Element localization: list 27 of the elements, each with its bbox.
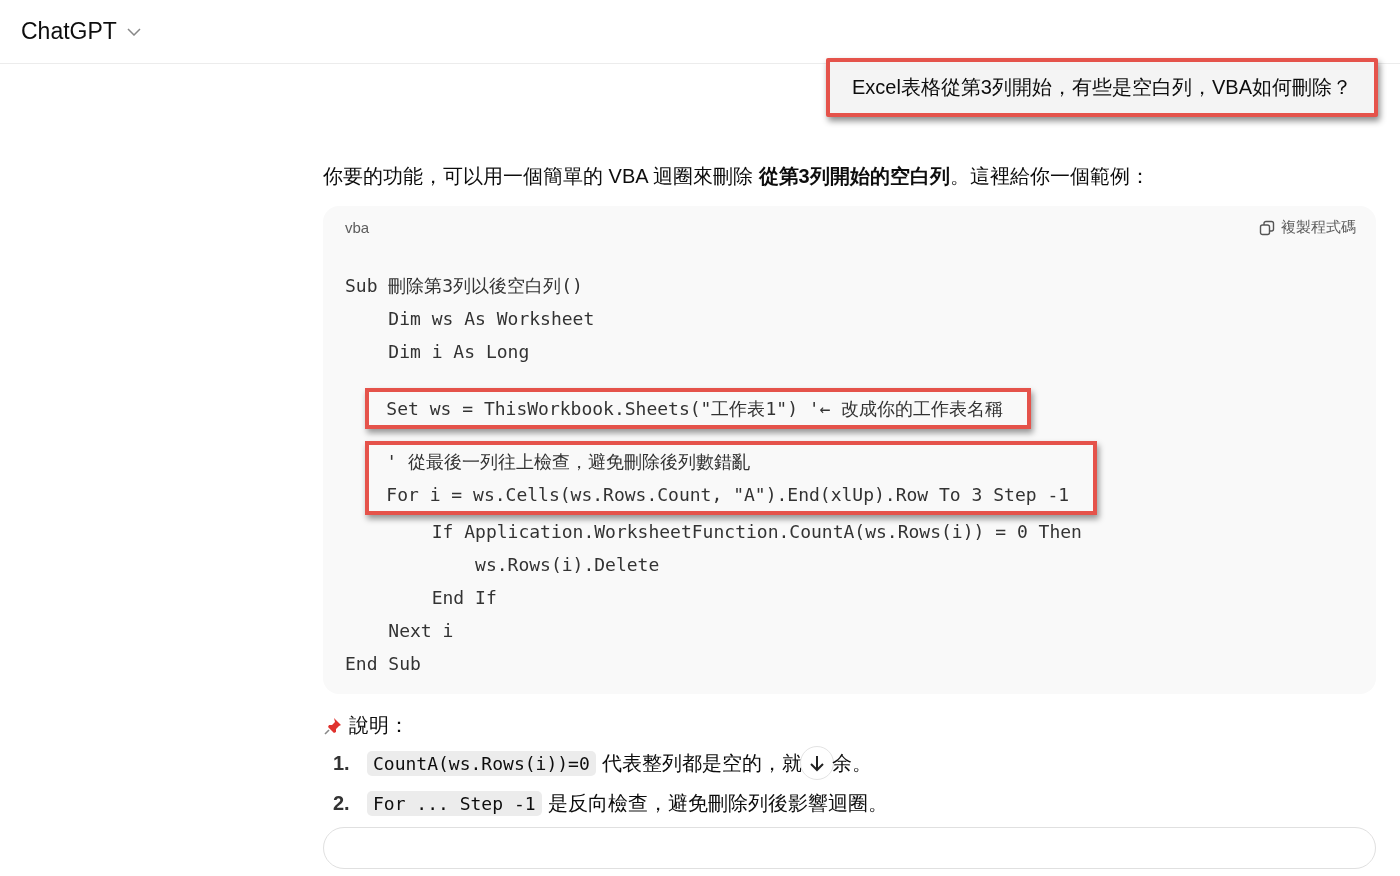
note-text: 余。 <box>831 750 872 776</box>
code-line: For i = ws.Cells(ws.Rows.Count, "A").End(xlUp).Row To 3 Step -1 <box>385 483 1070 507</box>
code-line: Sub 刪除第3列以後空白列() <box>345 274 584 298</box>
chevron-down-icon[interactable] <box>126 27 141 36</box>
inline-code: For ... Step -1 <box>367 790 542 816</box>
code-line: Dim ws As Worksheet <box>387 307 596 331</box>
code-line: End If <box>430 586 498 610</box>
copy-code-button[interactable]: 複製程式碼 <box>1259 218 1356 237</box>
pushpin-icon <box>323 715 343 736</box>
list-number: 2. <box>332 791 351 815</box>
code-language: vba <box>345 219 370 236</box>
code-line: ws.Rows(i).Delete <box>474 553 661 577</box>
code-line: If Application.WorksheetFunction.CountA(ws.Rows(i)) = 0 Then <box>430 520 1083 544</box>
list-number: 1. <box>332 751 351 775</box>
user-message: Excel表格從第3列開始，有些是空白列，VBA如何刪除？ <box>825 58 1378 117</box>
code-line: Set ws = ThisWorkbook.Sheets("工作表1") '← 改成你的工作表名稱 <box>385 397 1004 421</box>
note-text: 是反向檢查，避免刪除列後影響迴圈。 <box>547 790 888 816</box>
note-text: 代表整列都是空的，就 <box>601 750 802 776</box>
reply-paragraph: 你要的功能，可以用一個簡單的 VBA 迴圈來刪除 從第3列開始的空白列。這裡給你一個範例： <box>323 164 1151 189</box>
model-title[interactable]: ChatGPT <box>21 18 117 45</box>
code-line: Dim i As Long <box>387 340 531 364</box>
code-line: Next i <box>387 619 455 643</box>
inline-code: CountA(ws.Rows(i))=0 <box>367 750 596 776</box>
notes-heading: 說明： <box>349 713 409 738</box>
code-line: End Sub <box>345 652 422 676</box>
code-line: ' 從最後一列往上檢查，避免刪除後列數錯亂 <box>385 450 752 474</box>
copy-icon <box>1259 219 1275 236</box>
